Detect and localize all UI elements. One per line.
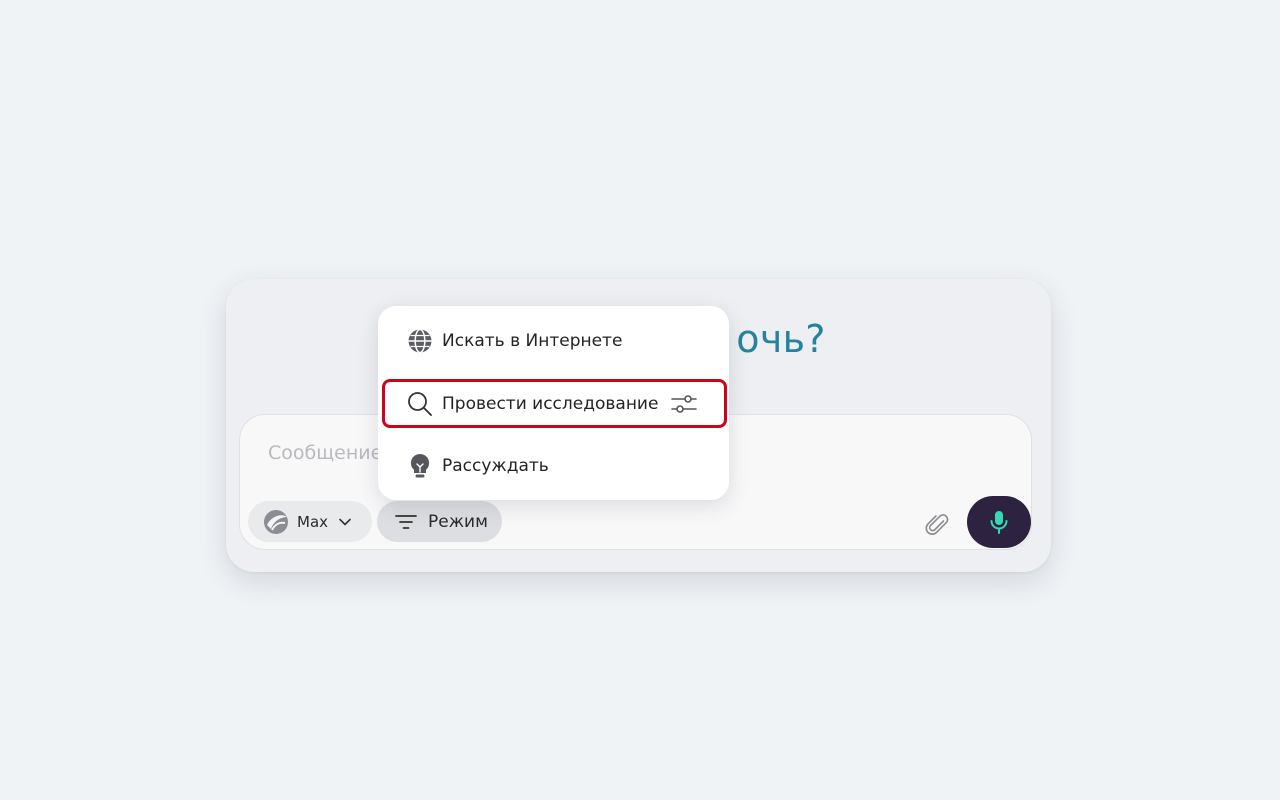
voice-input-button[interactable] [967, 496, 1031, 548]
mode-button[interactable]: Режим [377, 501, 502, 542]
microphone-icon [988, 509, 1010, 535]
menu-item-reasoning[interactable]: Рассуждать [378, 444, 729, 488]
model-logo-icon [262, 508, 290, 536]
paperclip-icon[interactable] [921, 507, 953, 539]
model-label: Max [297, 512, 329, 531]
mode-dropdown-menu: Искать в Интернете Провести исследование [378, 306, 729, 500]
greeting-text: очь? [736, 317, 826, 361]
menu-item-research[interactable]: Провести исследование [382, 379, 727, 428]
model-selector-button[interactable]: Max [248, 501, 372, 542]
menu-item-label: Искать в Интернете [442, 331, 623, 351]
search-icon [406, 390, 434, 418]
menu-item-label: Провести исследование [442, 393, 659, 414]
globe-icon [406, 327, 434, 355]
chevron-down-icon [338, 515, 352, 529]
mode-label: Режим [428, 511, 488, 532]
filter-icon [394, 512, 418, 532]
settings-sliders-icon[interactable] [670, 392, 698, 416]
menu-item-label: Рассуждать [442, 456, 549, 476]
lightbulb-icon [406, 452, 434, 480]
menu-item-web-search[interactable]: Искать в Интернете [378, 319, 729, 363]
